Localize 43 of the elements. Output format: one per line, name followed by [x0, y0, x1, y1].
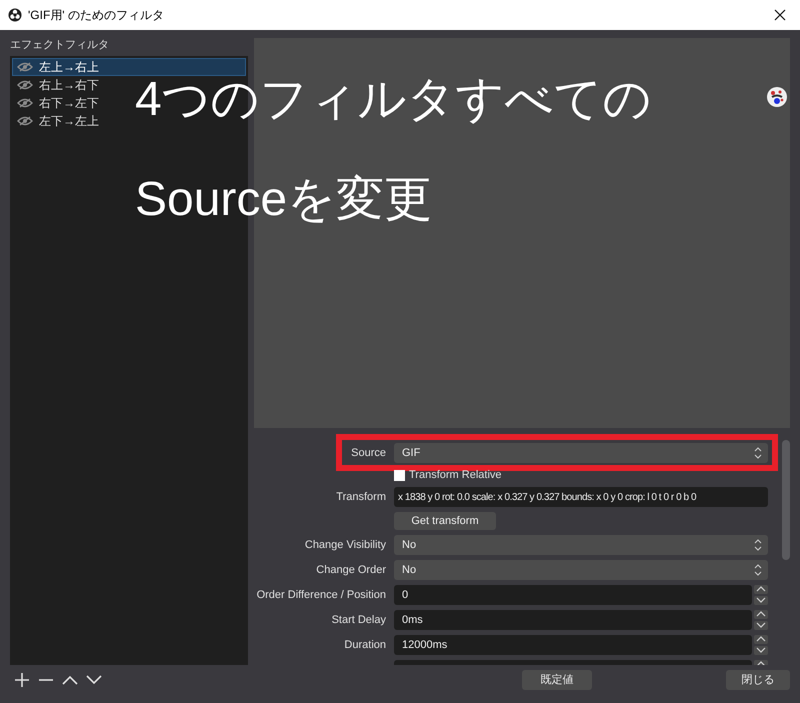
eye-icon[interactable]	[17, 62, 33, 72]
remove-icon[interactable]	[38, 678, 54, 682]
filter-item[interactable]: 右下→左下	[12, 94, 104, 112]
field-label: Change Visibility	[304, 538, 386, 551]
field-label: Source	[351, 446, 386, 459]
add-icon[interactable]	[14, 672, 30, 688]
panel-heading: エフェクトフィルタ	[10, 38, 110, 53]
app-logo-icon	[8, 8, 22, 22]
field-label: Start Delay	[332, 614, 386, 626]
dropdown[interactable]: No	[394, 535, 768, 555]
dropdown[interactable]: GIF	[394, 443, 768, 463]
text-field[interactable]: x 1838 y 0 rot: 0.0 scale: x 0.327 y 0.327 bounds: x 0 y 0 crop: l 0 t 0 r 0 b 0	[394, 487, 768, 507]
get-transform-button[interactable]: Get transform	[394, 512, 496, 530]
close-icon[interactable]	[774, 9, 786, 21]
filter-item[interactable]: 左下→左上	[12, 112, 104, 130]
number-field[interactable]: 0ms	[394, 610, 752, 630]
checkbox-label: Transform Relative	[409, 468, 502, 483]
close-button[interactable]: 閉じる	[726, 670, 790, 690]
up-icon[interactable]	[62, 675, 78, 685]
defaults-button[interactable]: 既定値	[522, 670, 592, 690]
field-label: Change Order	[316, 564, 386, 576]
spinner-icon[interactable]	[754, 585, 768, 605]
field-label: Duration	[344, 638, 386, 651]
filter-item[interactable]: 右上→右下	[12, 76, 104, 94]
updown-icon	[752, 538, 764, 552]
eye-icon[interactable]	[17, 98, 33, 108]
eye-icon[interactable]	[17, 116, 33, 126]
spinner-icon[interactable]	[754, 635, 768, 655]
dropdown[interactable]: No	[394, 560, 768, 580]
updown-icon	[752, 563, 764, 577]
scrollbar[interactable]	[782, 440, 790, 560]
number-field[interactable]: 0	[394, 585, 752, 605]
number-field[interactable]: 12000ms	[394, 635, 752, 655]
filter-item[interactable]: 左上→右上	[12, 58, 246, 76]
window-title: 'GIF用' のためのフィルタ	[28, 7, 165, 24]
checkbox[interactable]	[394, 470, 405, 480]
eye-icon[interactable]	[17, 80, 33, 90]
field-label: Transform	[336, 490, 386, 503]
overlay-caption: Sourceを変更	[135, 172, 434, 228]
down-icon[interactable]	[86, 675, 102, 685]
spinner-icon[interactable]	[754, 610, 768, 630]
field-label: Order Difference / Position	[256, 588, 386, 601]
updown-icon	[752, 446, 764, 460]
